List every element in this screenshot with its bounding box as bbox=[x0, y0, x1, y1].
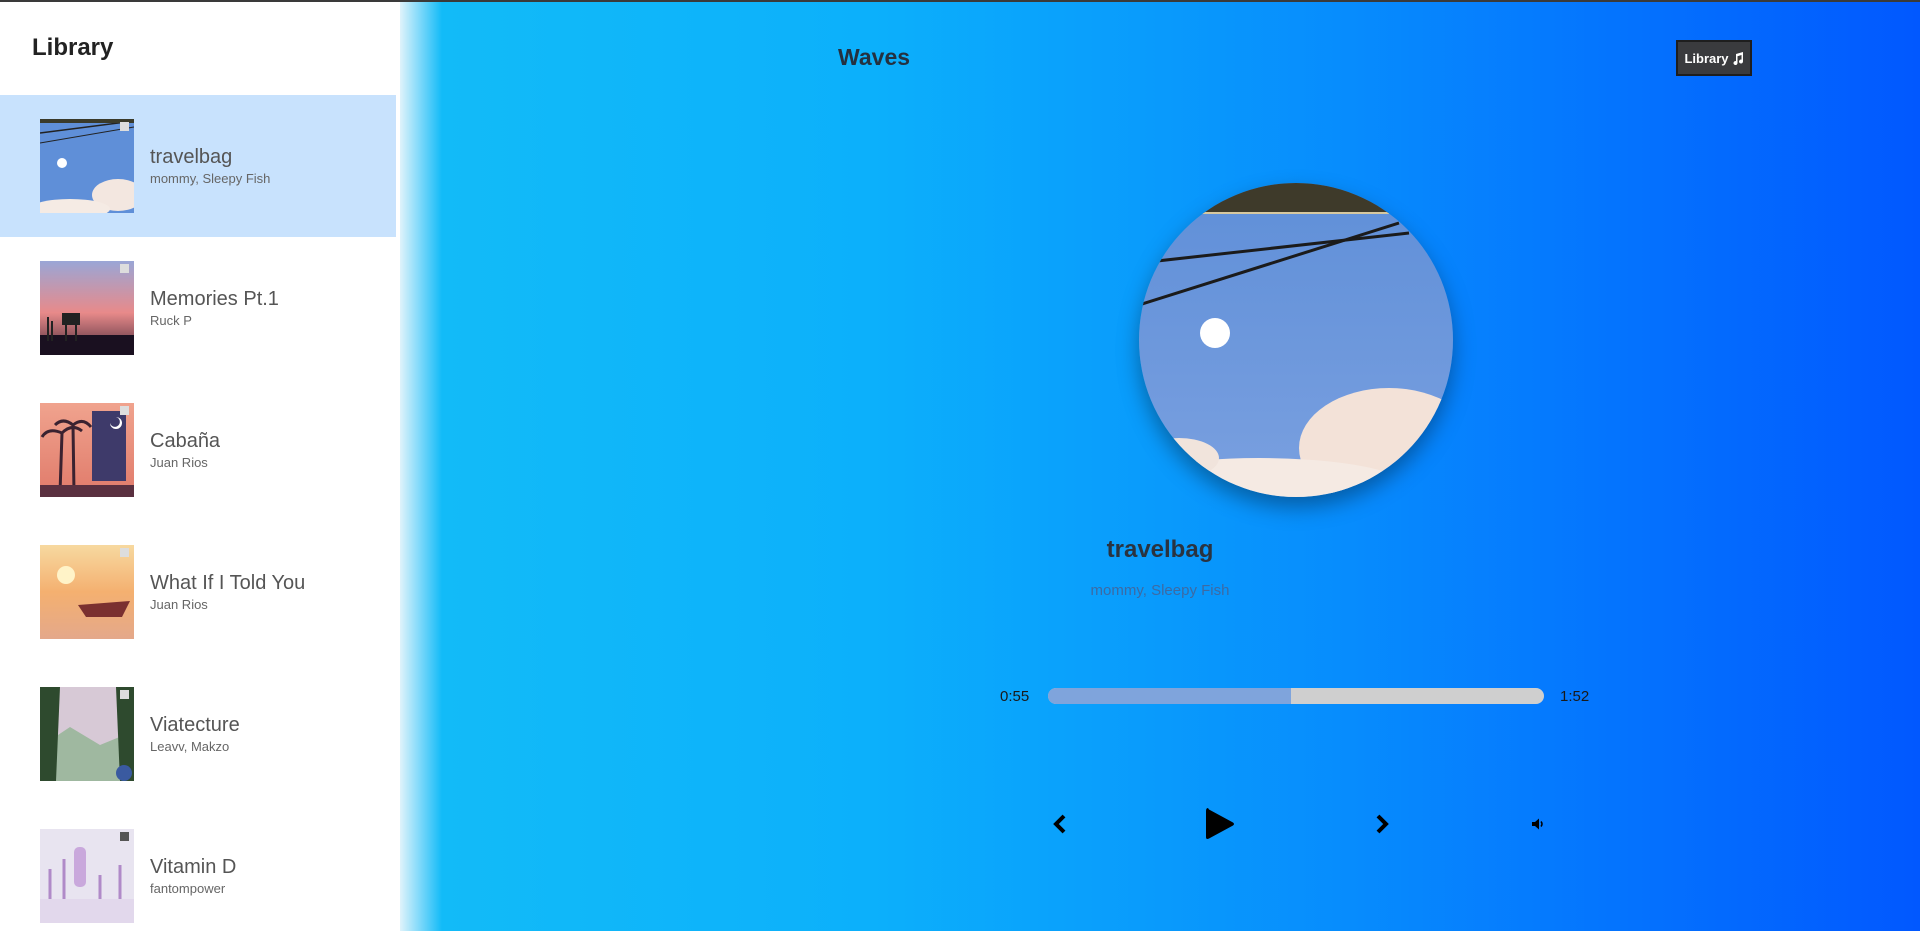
song-name: Viatecture bbox=[150, 714, 240, 736]
album-cover bbox=[40, 119, 134, 213]
volume-icon bbox=[1532, 818, 1543, 830]
song-item-memories-pt1[interactable]: Memories Pt.1 Ruck P bbox=[0, 237, 396, 379]
song-artist: Juan Rios bbox=[150, 597, 208, 612]
album-cover bbox=[40, 261, 134, 355]
play-icon bbox=[1206, 808, 1234, 839]
song-item-viatecture[interactable]: Viatecture Leavv, Makzo bbox=[0, 663, 396, 805]
song-name: Memories Pt.1 bbox=[150, 288, 279, 310]
player-panel: Waves Library travelbag mommy, Sleepy Fi… bbox=[400, 0, 1920, 931]
song-item-vitamin-d[interactable]: Vitamin D fantompower bbox=[0, 805, 396, 931]
album-cover bbox=[40, 403, 134, 497]
album-cover bbox=[40, 829, 134, 923]
app-title: Waves bbox=[838, 44, 911, 70]
chevron-right-icon bbox=[1376, 814, 1389, 834]
library-toggle-button[interactable]: Library bbox=[1676, 40, 1752, 76]
progress-slider[interactable] bbox=[1048, 688, 1544, 704]
song-name: What If I Told You bbox=[150, 572, 306, 594]
song-item-what-if-i-told-you[interactable]: What If I Told You Juan Rios bbox=[0, 521, 396, 663]
song-name: Cabaña bbox=[150, 430, 221, 452]
song-artist: fantompower bbox=[150, 881, 226, 896]
window-top-border bbox=[0, 0, 1920, 2]
current-time: 0:55 bbox=[1000, 688, 1030, 705]
chevron-left-icon bbox=[1053, 814, 1066, 834]
previous-button[interactable] bbox=[1048, 802, 1072, 846]
song-item-travelbag[interactable]: travelbag mommy, Sleepy Fish bbox=[0, 95, 396, 237]
song-name: travelbag bbox=[150, 146, 233, 168]
song-name: Vitamin D bbox=[150, 856, 237, 878]
play-button[interactable] bbox=[1200, 802, 1240, 846]
now-playing-title: travelbag bbox=[1106, 536, 1214, 563]
song-artist: mommy, Sleepy Fish bbox=[150, 171, 271, 186]
album-cover bbox=[40, 687, 134, 781]
volume-button[interactable] bbox=[1526, 802, 1550, 846]
library-button-label: Library bbox=[1684, 50, 1729, 66]
library-title: Library bbox=[32, 34, 114, 61]
song-item-cabana[interactable]: Cabaña Juan Rios bbox=[0, 379, 396, 521]
song-list: travelbag mommy, Sleepy Fish Memories Pt… bbox=[0, 95, 396, 931]
library-sidebar: Library travelbag mommy, Sleepy Fish Mem… bbox=[0, 0, 396, 931]
total-time: 1:52 bbox=[1560, 688, 1590, 705]
progress-thumb[interactable] bbox=[1289, 688, 1293, 704]
next-button[interactable] bbox=[1370, 802, 1394, 846]
music-note-icon bbox=[1732, 51, 1744, 65]
song-artist: Ruck P bbox=[150, 313, 192, 328]
song-artist: Juan Rios bbox=[150, 455, 208, 470]
album-cover bbox=[40, 545, 134, 639]
progress-fill bbox=[1048, 688, 1292, 704]
now-playing-artist: mommy, Sleepy Fish bbox=[1090, 582, 1230, 599]
song-artist: Leavv, Makzo bbox=[150, 739, 230, 754]
album-art-disc bbox=[1139, 183, 1453, 497]
